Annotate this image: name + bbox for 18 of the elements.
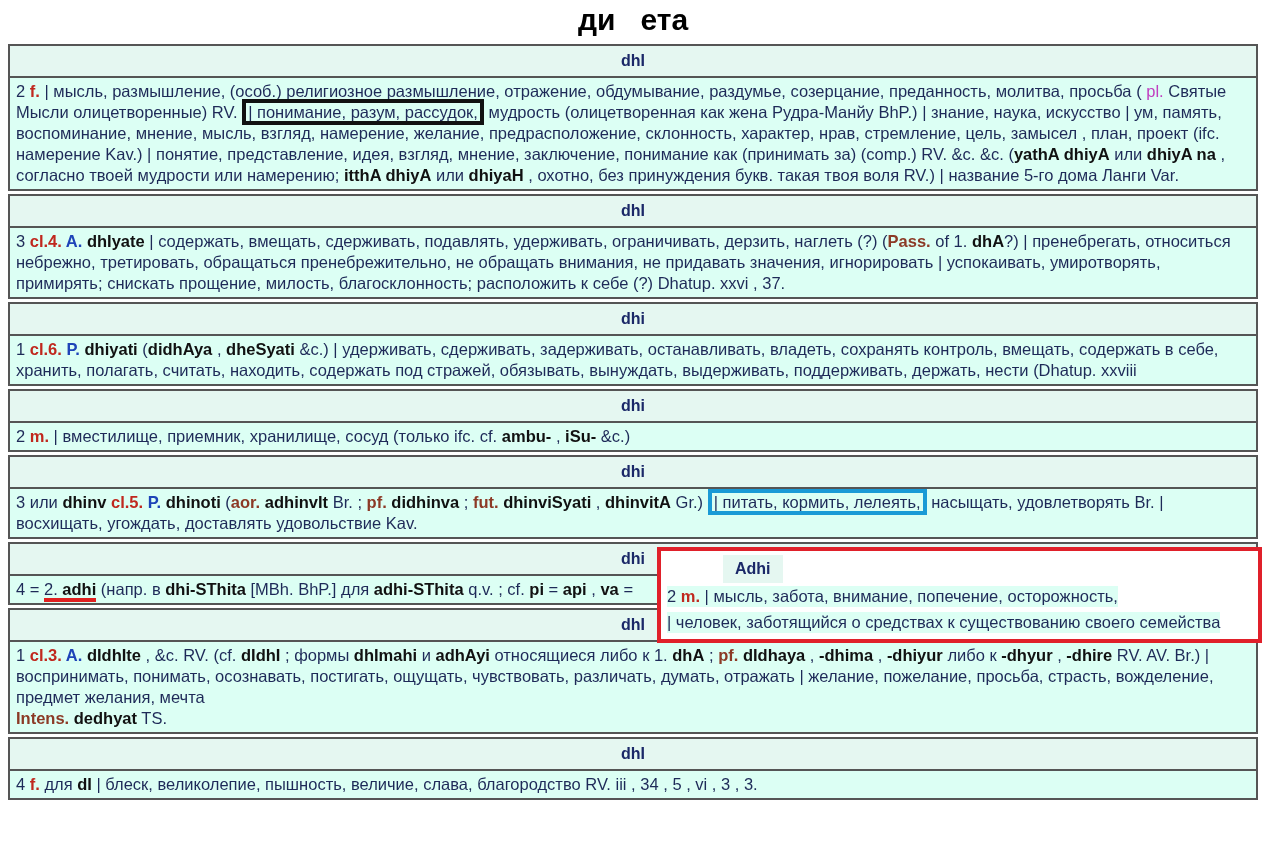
page-title: ди ета xyxy=(576,2,690,38)
popup-heading: Adhi xyxy=(723,555,783,583)
entry-heading: dhi xyxy=(10,304,1256,336)
entry-text: 1 cl.3. A. dIdhIte , &c. RV. (cf. dIdhI ; формы dhImahi и adhAyi относящиеся либо к 1. dhA ; pf. dIdhaya , -dhima , -dhiyur либо к -dhyur , -dhire RV. AV. Br.) | воспринимать, понимать, осознавать, постигать, ощущать, чувствовать, различать, думать, отражать | желание, пожелание, просьба, страсть, вожделение, предмет желания, мечта xyxy=(16,645,1215,708)
entry-text: 3 или dhinv cl.5. P. dhinoti (aor. adhinvIt Br. ; pf. didhinva ; fut. dhinviSyati , dhinvitA Gr.) | питать, кормить, лелеять, насыщать, удовлетворять Br. | восхищать, угождать, доставлять удовольствие Kav. xyxy=(16,492,1250,534)
entry-heading: dhI xyxy=(10,46,1256,78)
entry-text: Intens. dedhyat TS. xyxy=(16,708,168,729)
entry-heading: dhI xyxy=(10,739,1256,771)
entry-heading: dhI xyxy=(10,196,1256,228)
entry-text: 4 f. для dI | блеск, великолепие, пышность, величие, слава, благородство RV. iii , 34 , 5 , vi , 3 , 3. xyxy=(16,774,759,795)
entry-text: 2 m. | вместилище, приемник, хранилище, сосуд (только ifc. cf. ambu- , iSu- &c.) xyxy=(16,426,632,447)
entry-text: | человек, заботящийся о средствах к существованию своего семейства xyxy=(667,612,1221,633)
entry-heading: dhi xyxy=(10,391,1256,423)
entry-text: 2 f. | мысль, размышление, (особ.) религиозное размышление, отражение, обдумывание, раздумье, созерцание, преданность, молитва, просьба ( pl. Святые Мысли олицетворенные) RV. | понимание, разум, рассудок, мудрость (олицетворенная как жена Рудра-Манйу BhP.) | знание, наука, искусство | ум, память, воспоминание, мнение, мысль, взгляд, намерение, желание, предрасположение, склонность, характер, нрав, стремление, цель, замысел , план, проект (ifc. намерение Kav.) | понятие, представление, идея, взгляд, мнение, заключение, понимание как (принимать за) (comp.) RV. &c. &c. (yathA dhiyA или dhiyA na , согласно твоей мудрости или намерению; itthA dhiyA или dhiyaH , охотно, без принуждения букв. такая твоя воля RV.) | название 5-го дома Ланги Var. xyxy=(16,81,1228,186)
entry-text: 2 m. | мысль, забота, внимание, попечение, осторожность, xyxy=(667,586,1118,607)
entry-heading: dhi xyxy=(10,457,1256,489)
entry-text: 3 cl.4. A. dhIyate | содержать, вмещать, сдерживать, подавлять, удерживать, ограничивать, дерзить, наглеть (?) (Pass. of 1. dhA?) | пренебрегать, относиться небрежно, третировать, обращаться пренебрежительно, не обращать внимания, не придавать значения, игнорировать | успокаивать, умиротворять, примирять; снискать прощение, милость, благосклонность; расположить к себе (?) Dhatup. xxvi , 37. xyxy=(16,231,1232,294)
entry-text: 1 cl.6. P. dhiyati (didhAya , dheSyati &c.) | удерживать, сдерживать, задерживать, останавливать, владеть, сохранять контроль, вмещать, содержать в себе, хранить, полагать, считать, находить, содержать под стражей, обязывать, вынуждать, выдерживать, поддерживать, держать, нести (Dhatup. xxviii xyxy=(16,339,1220,381)
